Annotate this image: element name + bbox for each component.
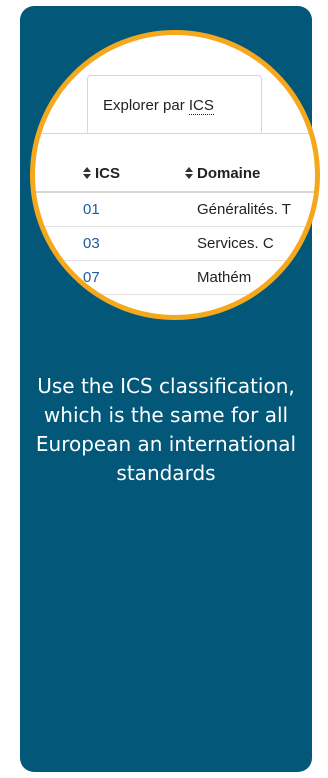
table-header-row: ICS Domaine bbox=[35, 155, 315, 193]
table-row[interactable]: 03 Services. C bbox=[35, 227, 315, 261]
tab-label-ics: ICS bbox=[188, 97, 214, 115]
column-header-ics[interactable]: ICS bbox=[83, 165, 120, 182]
domain-cell: Généralités. T bbox=[197, 201, 291, 218]
sort-icon bbox=[83, 167, 91, 179]
ics-code-link[interactable]: 03 bbox=[83, 235, 100, 252]
caption-text: Use the ICS classification, which is the… bbox=[35, 374, 297, 485]
column-header-ics-label: ICS bbox=[95, 165, 121, 182]
column-header-domaine-label: Domaine bbox=[197, 165, 261, 182]
sort-icon bbox=[185, 167, 193, 179]
tab-label: Explorer par ICS bbox=[103, 97, 214, 115]
domain-cell: Services. C bbox=[197, 235, 274, 252]
tab-label-prefix: Explorer par bbox=[103, 97, 189, 114]
table-row[interactable]: 01 Généralités. T bbox=[35, 193, 315, 227]
domain-cell: Mathém bbox=[197, 269, 252, 286]
ics-code-link[interactable]: 07 bbox=[83, 269, 100, 286]
table-row[interactable]: 07 Mathém bbox=[35, 261, 315, 295]
ics-code-link[interactable]: 01 bbox=[83, 201, 100, 218]
magnifier-lens: Explorer par ICS ICS Domaine 01 Générali… bbox=[30, 30, 320, 320]
column-header-domaine[interactable]: Domaine bbox=[185, 165, 260, 182]
magnified-screenshot: Explorer par ICS ICS Domaine 01 Générali… bbox=[35, 35, 315, 315]
